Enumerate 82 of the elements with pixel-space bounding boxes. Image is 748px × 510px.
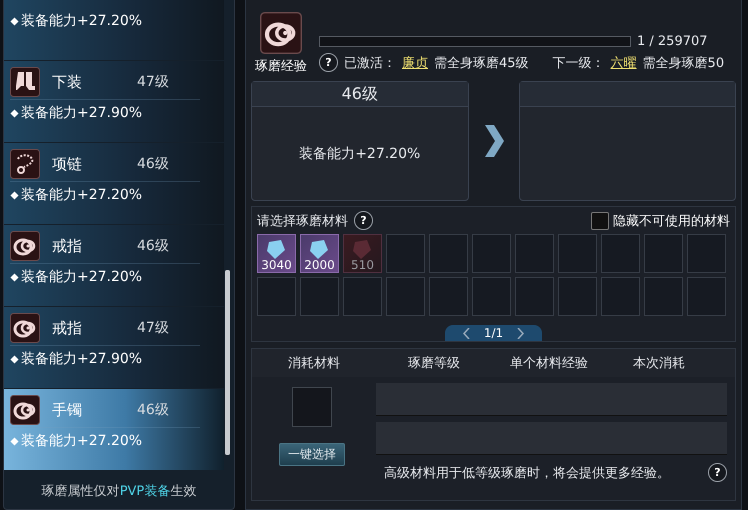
item-level: 46级 bbox=[137, 237, 169, 255]
help-button[interactable]: ? bbox=[708, 463, 727, 482]
footer-note: 琢磨属性仅对PVP装备生效 bbox=[40, 483, 198, 501]
empty-slot[interactable] bbox=[515, 277, 554, 316]
column-header: 本次消耗 bbox=[632, 355, 686, 372]
column-header: 消耗材料 bbox=[287, 355, 341, 372]
empty-slot[interactable] bbox=[386, 277, 425, 316]
item-level: 46级 bbox=[137, 401, 169, 419]
empty-slot[interactable] bbox=[601, 234, 640, 273]
equipment-item[interactable]: 戒指 47级 装备能力+27.90% bbox=[4, 307, 224, 388]
material-slot[interactable]: 3040 bbox=[257, 234, 296, 273]
empty-slot[interactable] bbox=[558, 277, 597, 316]
empty-slot[interactable] bbox=[644, 234, 683, 273]
material-slot[interactable]: 2000 bbox=[300, 234, 339, 273]
empty-slot[interactable] bbox=[687, 277, 726, 316]
ring-icon bbox=[10, 231, 40, 261]
materials-title: 请选择琢磨材料 bbox=[257, 212, 348, 230]
active-label: 已激活： bbox=[344, 54, 396, 72]
empty-slot[interactable] bbox=[515, 234, 554, 273]
empty-slot[interactable] bbox=[472, 234, 511, 273]
diamond-icon bbox=[10, 354, 19, 364]
empty-slot[interactable] bbox=[429, 234, 468, 273]
rings-icon bbox=[260, 12, 302, 54]
empty-slot[interactable] bbox=[429, 277, 468, 316]
equipment-item[interactable]: 装备能力+27.20% bbox=[4, 0, 224, 60]
empty-slot[interactable] bbox=[386, 234, 425, 273]
empty-slot[interactable] bbox=[257, 277, 296, 316]
equipment-item[interactable]: 项链 46级 装备能力+27.20% bbox=[4, 143, 224, 224]
next-link[interactable]: 六曜 bbox=[610, 54, 637, 72]
item-level: 47级 bbox=[137, 319, 169, 337]
column-header: 单个材料经验 bbox=[509, 355, 589, 372]
empty-slot[interactable] bbox=[601, 277, 640, 316]
column-header: 琢磨等级 bbox=[407, 355, 461, 372]
equipment-item[interactable]: 戒指 46级 装备能力+27.20% bbox=[4, 225, 224, 306]
equipment-item[interactable]: 手镯 46级 装备能力+27.20% bbox=[4, 389, 224, 470]
item-level: 47级 bbox=[137, 73, 169, 91]
stat-text: 装备能力+27.20% bbox=[21, 432, 142, 450]
item-name: 戒指 bbox=[52, 318, 83, 338]
stat-text: 装备能力+27.20% bbox=[21, 268, 142, 286]
hide-unusable-checkbox[interactable]: 隐藏不可使用的材料 bbox=[591, 212, 730, 230]
next-label: 下一级： bbox=[552, 54, 605, 72]
item-name: 手镯 bbox=[52, 400, 83, 420]
stat-text: 装备能力+27.20% bbox=[21, 12, 142, 30]
help-button[interactable]: ? bbox=[319, 53, 338, 72]
chevron-right-icon[interactable] bbox=[517, 328, 524, 338]
diamond-icon bbox=[10, 16, 19, 26]
equipment-item[interactable]: 下装 47级 装备能力+27.90% bbox=[4, 61, 224, 142]
active-requirement: 需全身琢磨45级 bbox=[434, 54, 529, 72]
empty-slot[interactable] bbox=[558, 234, 597, 273]
auto-select-button[interactable]: 一键选择 bbox=[279, 443, 345, 466]
stat-text: 装备能力+27.20% bbox=[21, 186, 142, 204]
help-button[interactable]: ? bbox=[354, 211, 373, 230]
stat-text: 装备能力+27.90% bbox=[21, 104, 142, 122]
next-requirement: 需全身琢磨50 bbox=[642, 54, 724, 72]
item-level: 46级 bbox=[137, 155, 169, 173]
scrollbar[interactable] bbox=[225, 270, 230, 455]
bracelet-icon bbox=[10, 395, 40, 425]
pager[interactable]: 1/1 bbox=[444, 325, 542, 341]
active-link[interactable]: 廉贞 bbox=[402, 54, 428, 72]
item-name: 项链 bbox=[52, 154, 83, 174]
stat-text: 装备能力+27.20% bbox=[299, 144, 420, 162]
item-name: 戒指 bbox=[52, 236, 83, 256]
necklace-icon bbox=[10, 149, 40, 179]
diamond-icon bbox=[10, 436, 19, 446]
ring-icon bbox=[10, 313, 40, 343]
empty-slot[interactable] bbox=[644, 277, 683, 316]
empty-slot[interactable] bbox=[300, 277, 339, 316]
empty-slot[interactable] bbox=[343, 277, 382, 316]
boots-icon bbox=[10, 67, 40, 97]
item-name: 下装 bbox=[52, 72, 83, 92]
diamond-icon bbox=[10, 190, 19, 200]
empty-slot[interactable] bbox=[687, 234, 726, 273]
experience-label: 琢磨经验 bbox=[255, 58, 307, 75]
hint-text: 高级材料用于低等级琢磨时，将会提供更多经验。 bbox=[384, 464, 670, 482]
chevron-left-icon[interactable] bbox=[462, 328, 470, 338]
consume-slot[interactable] bbox=[292, 387, 332, 427]
empty-slot[interactable] bbox=[472, 277, 511, 316]
progress-text: 1 / 259707 bbox=[637, 34, 708, 49]
diamond-icon bbox=[10, 272, 19, 282]
stat-text: 装备能力+27.90% bbox=[21, 350, 142, 368]
diamond-icon bbox=[10, 108, 19, 118]
level-title: 46级 bbox=[252, 82, 468, 107]
